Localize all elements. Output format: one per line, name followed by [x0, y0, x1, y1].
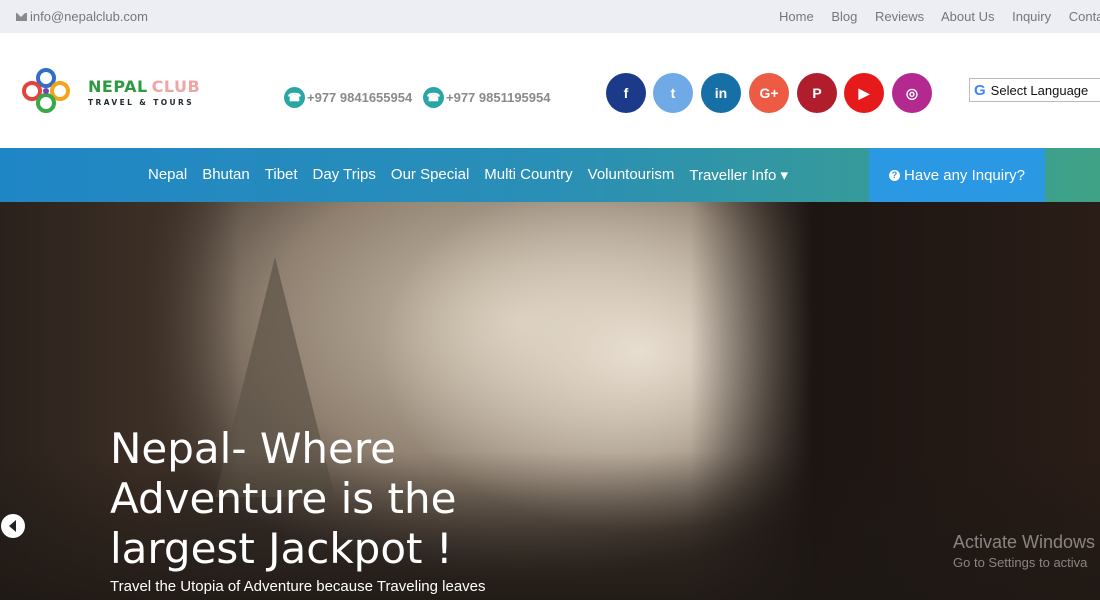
google-icon: G [974, 81, 986, 99]
top-links: Home Blog Reviews About Us Inquiry Conta [779, 9, 1100, 24]
top-bar: info@nepalclub.com Home Blog Reviews Abo… [0, 0, 1100, 33]
top-link-inquiry[interactable]: Inquiry [1012, 9, 1051, 24]
logo-word-nepal: NEPAL [88, 77, 148, 96]
email-text[interactable]: info@nepalclub.com [30, 9, 148, 24]
nav-item-voluntourism[interactable]: Voluntourism [588, 166, 675, 184]
nav-menu: Nepal Bhutan Tibet Day Trips Our Special… [148, 166, 803, 184]
top-link-reviews[interactable]: Reviews [875, 9, 924, 24]
phone-icon: ☎ [284, 87, 305, 108]
hero-subtitle: Travel the Utopia of Adventure because T… [110, 578, 486, 595]
phone-1[interactable]: ☎ +977 9841655954 [284, 87, 412, 108]
watermark-line-2: Go to Settings to activa [953, 555, 1088, 570]
site-header: NEPAL CLUB TRAVEL & TOURS ☎ +977 98416559… [0, 33, 1100, 148]
nav-item-nepal[interactable]: Nepal [148, 166, 187, 184]
mail-icon [16, 12, 27, 21]
top-link-home[interactable]: Home [779, 9, 814, 24]
hero-headline: Nepal- Where Adventure is the largest Ja… [110, 424, 457, 573]
email-link[interactable]: info@nepalclub.com [16, 9, 148, 24]
nav-item-traveller-info[interactable]: Traveller Info ▾ [689, 166, 788, 184]
phone-icon: ☎ [423, 87, 444, 108]
site-logo[interactable]: NEPAL CLUB TRAVEL & TOURS [18, 63, 203, 123]
watermark-line-1: Activate Windows [953, 532, 1096, 552]
instagram-icon[interactable]: ◎ [892, 73, 932, 113]
nav-item-day-trips[interactable]: Day Trips [313, 166, 376, 184]
linkedin-icon[interactable]: in [701, 73, 741, 113]
youtube-icon[interactable]: ▶ [844, 73, 884, 113]
nav-item-our-special[interactable]: Our Special [391, 166, 469, 184]
inquiry-button[interactable]: ? Have any Inquiry? [869, 148, 1045, 202]
language-select-label[interactable]: Select Language [991, 83, 1089, 98]
slider-prev-arrow-icon[interactable] [1, 514, 25, 538]
nav-item-bhutan[interactable]: Bhutan [202, 166, 250, 184]
logo-word-club: CLUB [151, 77, 201, 96]
twitter-icon[interactable]: t [653, 73, 693, 113]
language-select[interactable]: G Select Language [969, 78, 1100, 102]
phone-2-number[interactable]: +977 9851195954 [446, 90, 550, 105]
google-plus-icon[interactable]: G+ [749, 73, 789, 113]
question-icon: ? [889, 169, 901, 181]
phone-1-number[interactable]: +977 9841655954 [307, 90, 412, 105]
logo-text: NEPAL CLUB TRAVEL & TOURS [88, 77, 200, 107]
top-link-blog[interactable]: Blog [831, 9, 857, 24]
top-link-about[interactable]: About Us [941, 9, 994, 24]
nav-item-tibet[interactable]: Tibet [265, 166, 298, 184]
top-link-contact[interactable]: Conta [1069, 9, 1100, 24]
logo-emblem-icon [22, 68, 70, 113]
main-nav: Nepal Bhutan Tibet Day Trips Our Special… [0, 148, 1100, 202]
activate-windows-watermark: Activate Windows Go to Settings to activ… [953, 532, 1095, 570]
inquiry-label[interactable]: Have any Inquiry? [904, 167, 1025, 184]
nav-item-multi-country[interactable]: Multi Country [484, 166, 572, 184]
hero-slider: Nepal- Where Adventure is the largest Ja… [0, 202, 1100, 600]
logo-tagline: TRAVEL & TOURS [88, 98, 195, 107]
pinterest-icon[interactable]: P [797, 73, 837, 113]
phone-2[interactable]: ☎ +977 9851195954 [423, 87, 550, 108]
facebook-icon[interactable]: f [606, 73, 646, 113]
